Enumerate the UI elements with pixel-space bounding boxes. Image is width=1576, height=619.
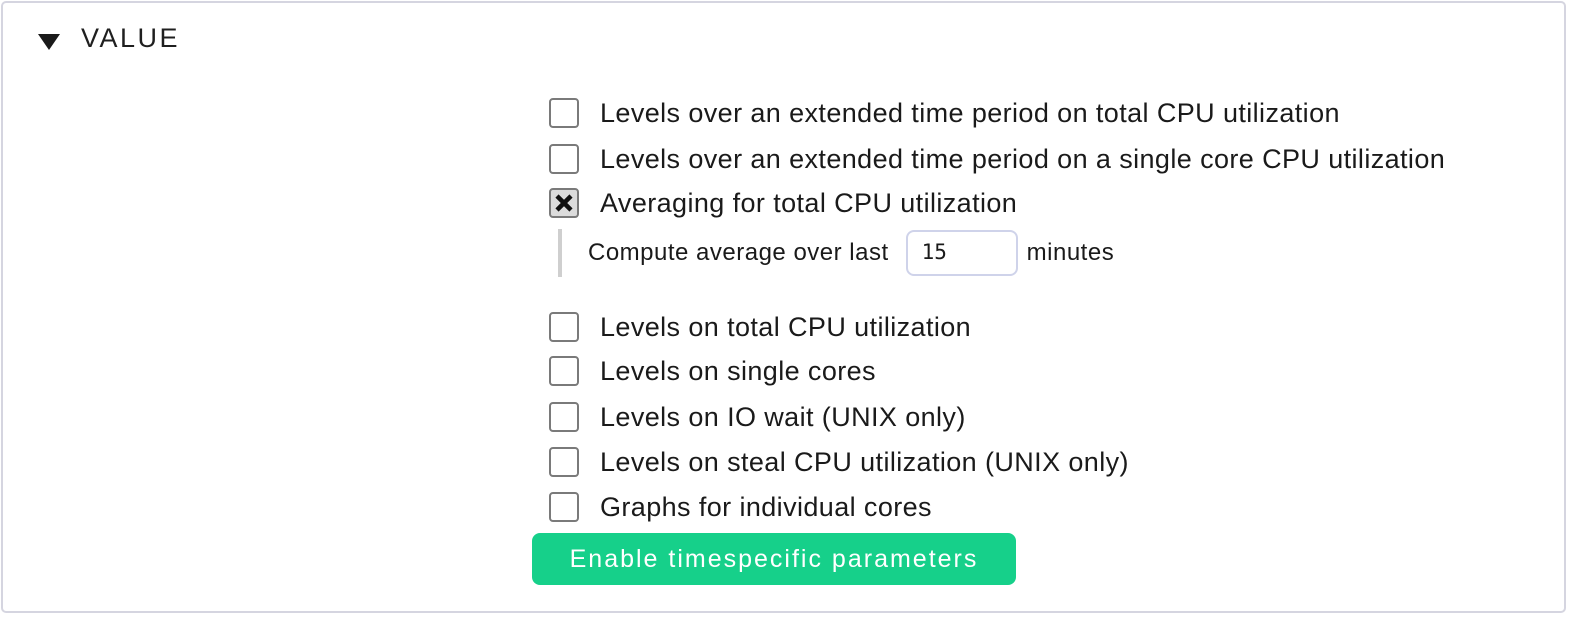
checkbox-graphs-cores[interactable]: [549, 492, 579, 522]
section-title: VALUE: [81, 23, 181, 53]
triangle-down-icon[interactable]: [38, 33, 60, 50]
indent-bar: [558, 229, 562, 277]
checkbox-extended-single-core[interactable]: [549, 144, 579, 174]
option-label: Levels on total CPU utilization: [600, 311, 972, 342]
checkbox-io-wait[interactable]: [549, 402, 579, 432]
section-header[interactable]: VALUE: [38, 23, 180, 54]
option-label: Levels over an extended time period on a…: [600, 143, 1446, 174]
option-row-steal-cpu[interactable]: Levels on steal CPU utilization (UNIX on…: [549, 444, 1129, 480]
average-minutes-input[interactable]: 15: [905, 230, 1018, 276]
option-label: Averaging for total CPU utilization: [600, 187, 1018, 218]
option-label: Graphs for individual cores: [600, 491, 932, 522]
option-label: Levels over an extended time period on t…: [600, 97, 1340, 128]
averaging-settings: Compute average over last 15 minutes: [558, 229, 1114, 277]
option-row-single-cores[interactable]: Levels on single cores: [549, 353, 876, 389]
option-row-extended-single-core[interactable]: Levels over an extended time period on a…: [549, 141, 1445, 177]
option-label: Levels on single cores: [600, 355, 876, 386]
checkbox-steal-cpu[interactable]: [549, 447, 579, 477]
enable-timespecific-button[interactable]: Enable timespecific parameters: [532, 533, 1016, 585]
option-label: Levels on IO wait (UNIX only): [600, 401, 966, 432]
checkbox-total-cpu[interactable]: [549, 312, 579, 342]
option-row-graphs-cores[interactable]: Graphs for individual cores: [549, 489, 932, 525]
option-row-io-wait[interactable]: Levels on IO wait (UNIX only): [549, 399, 966, 435]
average-prefix-label: Compute average over last: [588, 239, 889, 266]
average-unit-label: minutes: [1026, 239, 1115, 266]
checkbox-single-cores[interactable]: [549, 356, 579, 386]
option-row-extended-total[interactable]: Levels over an extended time period on t…: [549, 95, 1340, 131]
value-section-panel: VALUE Levels over an extended time perio…: [1, 1, 1566, 613]
option-row-averaging[interactable]: Averaging for total CPU utilization: [549, 185, 1017, 221]
check-x-icon: [555, 194, 573, 212]
option-label: Levels on steal CPU utilization (UNIX on…: [600, 446, 1129, 477]
checkbox-extended-total[interactable]: [549, 98, 579, 128]
option-row-total-cpu[interactable]: Levels on total CPU utilization: [549, 309, 971, 345]
checkbox-averaging[interactable]: [549, 188, 579, 218]
